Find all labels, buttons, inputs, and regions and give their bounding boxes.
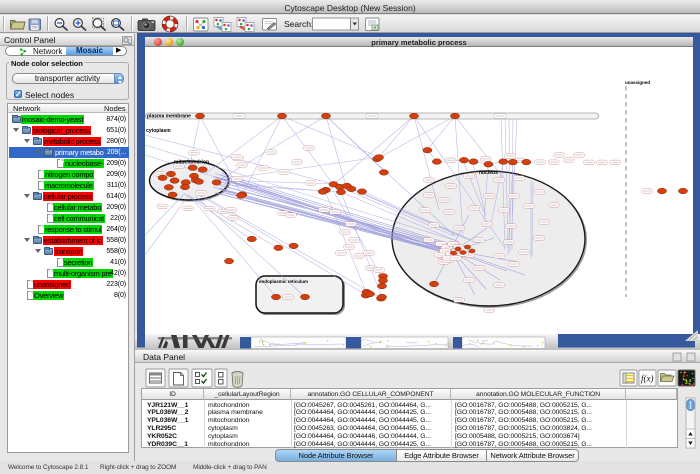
svg-text:nucleus: nucleus (479, 170, 498, 176)
svg-text:endoplasmic reticulum: endoplasmic reticulum (259, 279, 308, 284)
svg-text:plasma membrane: plasma membrane (147, 114, 191, 120)
svg-text:f(x): f(x) (641, 374, 654, 384)
svg-text:unassigned: unassigned (625, 80, 650, 85)
svg-text:Search:: Search: (284, 19, 313, 29)
svg-text:mitochondrion: mitochondrion (174, 160, 209, 166)
svg-text:cytoplasm: cytoplasm (146, 128, 171, 134)
